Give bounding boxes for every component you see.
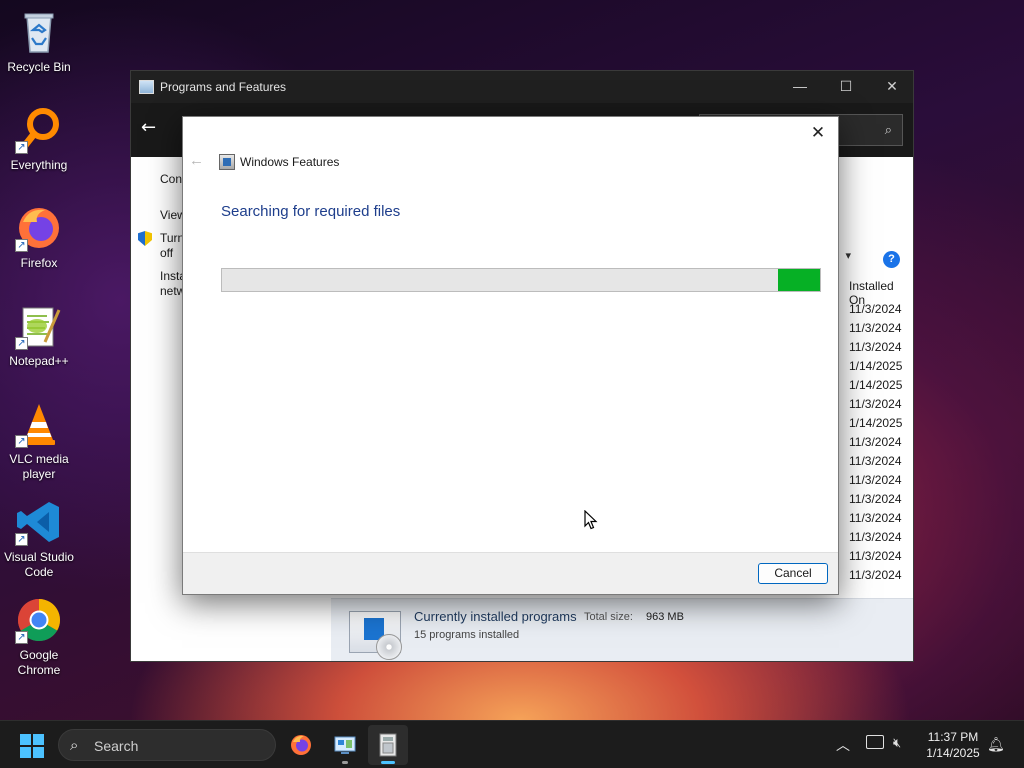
show-hidden-icons-chevron-icon[interactable]: ︿: [836, 735, 850, 755]
desktop-icon-vlc[interactable]: ↗ VLC media player: [0, 400, 78, 482]
desktop-icon-label: Chrome: [17, 663, 61, 677]
table-cell-installed-on: 11/3/2024: [849, 530, 902, 544]
window-titlebar[interactable]: Programs and Features — ☐ ✕: [131, 71, 913, 103]
notepadpp-icon: ↗: [15, 302, 63, 350]
recycle-bin-icon: [15, 8, 63, 56]
desktop-icon-label: Recycle Bin: [7, 60, 71, 74]
windows-features-icon: [219, 154, 235, 170]
total-size-value: 963 MB: [646, 611, 684, 623]
window-title: Programs and Features: [160, 80, 287, 94]
shortcut-arrow-icon: ↗: [15, 631, 28, 644]
table-cell-installed-on: 11/3/2024: [849, 397, 902, 411]
desktop-icon-notepadpp[interactable]: ↗ Notepad++: [0, 302, 78, 369]
progress-bar: [221, 268, 821, 292]
active-indicator: [381, 761, 395, 764]
taskbar-search-label: Search: [94, 738, 139, 754]
close-button[interactable]: ✕: [806, 121, 830, 145]
desktop-icon-recycle-bin[interactable]: Recycle Bin: [0, 8, 78, 75]
desktop-icon-vscode[interactable]: ↗ Visual Studio Code: [0, 498, 78, 580]
search-icon[interactable]: ⌕: [885, 122, 892, 138]
clock-date: 1/14/2025: [926, 746, 980, 760]
table-cell-installed-on: 11/3/2024: [849, 511, 902, 525]
dialog-footer: Cancel: [183, 552, 838, 594]
table-cell-installed-on: 11/3/2024: [849, 340, 902, 354]
taskbar-app-windows-features[interactable]: [368, 725, 408, 765]
search-icon: ⌕: [70, 737, 79, 754]
table-cell-installed-on: 11/3/2024: [849, 321, 902, 335]
desktop-icon-label: player: [22, 467, 56, 481]
taskbar-app-control-panel[interactable]: [325, 725, 365, 765]
details-title: Currently installed programs: [414, 609, 577, 624]
desktop-icon-label: Everything: [10, 158, 68, 172]
installed-programs-icon: [349, 611, 402, 660]
taskbar-app-firefox[interactable]: [281, 725, 321, 765]
desktop-icon-label: Notepad++: [9, 354, 69, 368]
everything-icon: ↗: [15, 106, 63, 154]
close-button[interactable]: ✕: [869, 71, 915, 103]
vscode-icon: ↗: [15, 498, 63, 546]
desktop-icon-label: Visual Studio: [4, 550, 74, 564]
taskbar: ⌕ Search ︿ 🔇︎ 11:37 PM 1/14/2025 🔔︎: [0, 720, 1024, 768]
table-cell-installed-on: 11/3/2024: [849, 568, 902, 582]
table-cell-installed-on: 1/14/2025: [849, 416, 903, 430]
dialog-title: Windows Features: [240, 155, 340, 169]
task-link-turn-features[interactable]: Turn: [160, 231, 184, 246]
table-cell-installed-on: 1/14/2025: [849, 359, 903, 373]
minimize-button[interactable]: —: [777, 71, 823, 103]
windows-features-dialog: ✕ ← Windows Features Searching for requi…: [182, 116, 839, 595]
notification-bell-icon[interactable]: 🔔︎: [987, 736, 1005, 753]
maximize-button[interactable]: ☐: [823, 71, 869, 103]
table-cell-installed-on: 1/14/2025: [849, 378, 903, 392]
desktop-icon-label: Code: [24, 565, 54, 579]
volume-muted-icon[interactable]: 🔇︎: [893, 735, 901, 751]
table-cell-installed-on: 11/3/2024: [849, 454, 902, 468]
firefox-icon: ↗: [15, 204, 63, 252]
total-size-label: Total size:: [584, 611, 633, 623]
control-panel-icon: [334, 736, 356, 754]
desktop-icon-chrome[interactable]: ↗ Google Chrome: [0, 596, 78, 678]
uac-shield-icon: [138, 231, 152, 246]
desktop-icon-firefox[interactable]: ↗ Firefox: [0, 204, 78, 271]
desktop-icon-everything[interactable]: ↗ Everything: [0, 106, 78, 173]
system-clock[interactable]: 11:37 PM 1/14/2025: [918, 729, 988, 761]
cancel-button[interactable]: Cancel: [758, 563, 828, 584]
shortcut-arrow-icon: ↗: [15, 141, 28, 154]
task-link-turn-features-line2[interactable]: off: [160, 246, 173, 261]
table-cell-installed-on: 11/3/2024: [849, 302, 902, 316]
taskbar-search[interactable]: ⌕ Search: [58, 729, 276, 761]
control-panel-icon: [139, 80, 154, 94]
back-arrow-icon: ←: [189, 152, 204, 169]
table-cell-installed-on: 11/3/2024: [849, 549, 902, 563]
shortcut-arrow-icon: ↗: [15, 337, 28, 350]
firefox-icon: [291, 735, 311, 755]
vlc-icon: ↗: [15, 400, 63, 448]
shortcut-arrow-icon: ↗: [15, 533, 28, 546]
start-button[interactable]: [20, 734, 44, 758]
desktop-icon-label: VLC media: [9, 452, 69, 466]
shortcut-arrow-icon: ↗: [15, 239, 28, 252]
table-cell-installed-on: 11/3/2024: [849, 435, 902, 449]
table-cell-installed-on: 11/3/2024: [849, 492, 902, 506]
help-icon[interactable]: ?: [883, 251, 900, 268]
dialog-heading: Searching for required files: [221, 203, 401, 220]
network-icon[interactable]: [866, 735, 884, 749]
desktop-icon-label: Google: [19, 648, 59, 662]
table-cell-installed-on: 11/3/2024: [849, 473, 902, 487]
shortcut-arrow-icon: ↗: [15, 435, 28, 448]
running-indicator: [342, 761, 348, 764]
clock-time: 11:37 PM: [927, 730, 979, 744]
programs-count: 15 programs installed: [414, 629, 520, 641]
progress-bar-fill: [778, 269, 820, 291]
back-arrow-icon[interactable]: ←: [141, 117, 156, 138]
details-pane: Currently installed programs Total size:…: [331, 598, 913, 661]
windows-features-icon: [379, 733, 397, 757]
desktop-icon-label: Firefox: [20, 256, 58, 270]
chrome-icon: ↗: [15, 596, 63, 644]
